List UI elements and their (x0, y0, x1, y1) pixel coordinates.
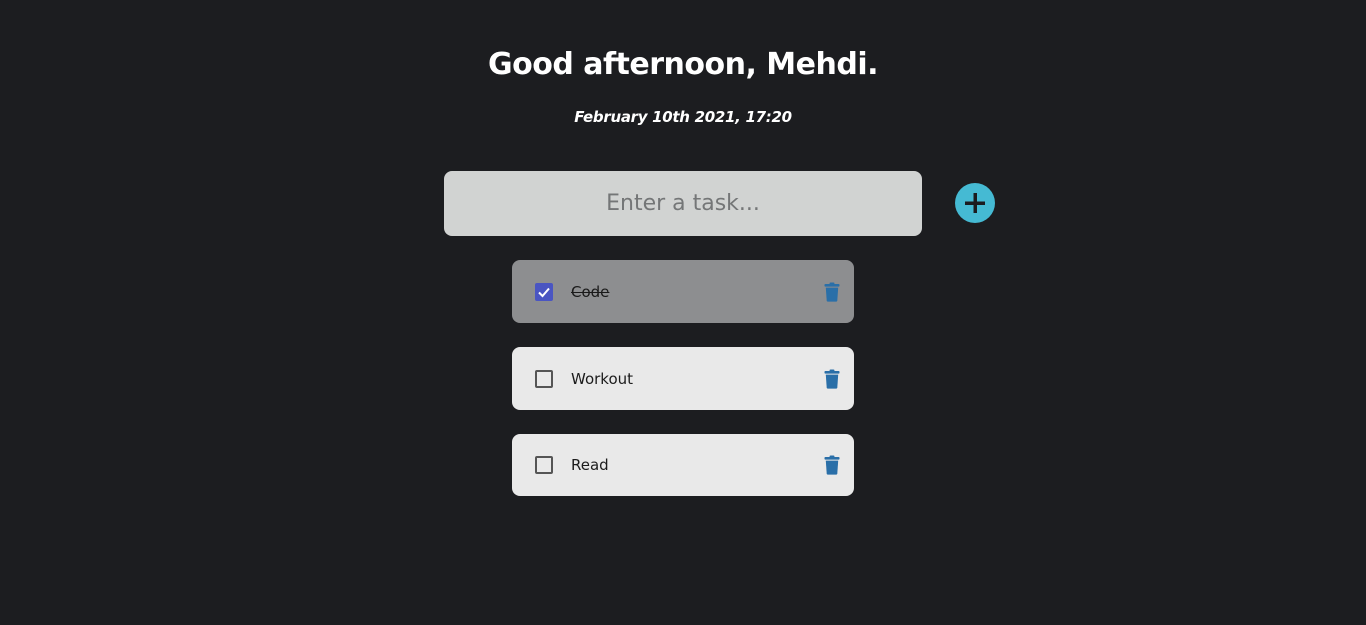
task-label: Read (571, 456, 609, 474)
task-checkbox[interactable] (535, 369, 553, 388)
add-task-button[interactable] (955, 183, 995, 223)
task-label: Workout (571, 369, 634, 388)
plus-icon (965, 193, 985, 213)
trash-icon (824, 282, 840, 302)
task-label: Code (571, 282, 610, 301)
task-item: Workout (512, 347, 854, 410)
delete-task-button[interactable] (824, 369, 840, 389)
delete-task-button[interactable] (824, 282, 840, 302)
task-item: Code (512, 260, 854, 323)
task-checkbox[interactable] (535, 282, 553, 301)
task-list: Code Workout Read (512, 260, 854, 520)
trash-icon (824, 455, 840, 475)
task-input[interactable] (444, 171, 922, 236)
greeting-heading: Good afternoon, Mehdi. (487, 47, 879, 82)
trash-icon (824, 369, 840, 389)
delete-task-button[interactable] (824, 455, 840, 475)
task-item: Read (512, 434, 854, 496)
task-checkbox[interactable] (535, 456, 553, 474)
current-datetime: February 10th 2021, 17:20 (574, 108, 792, 126)
check-icon (538, 287, 550, 297)
